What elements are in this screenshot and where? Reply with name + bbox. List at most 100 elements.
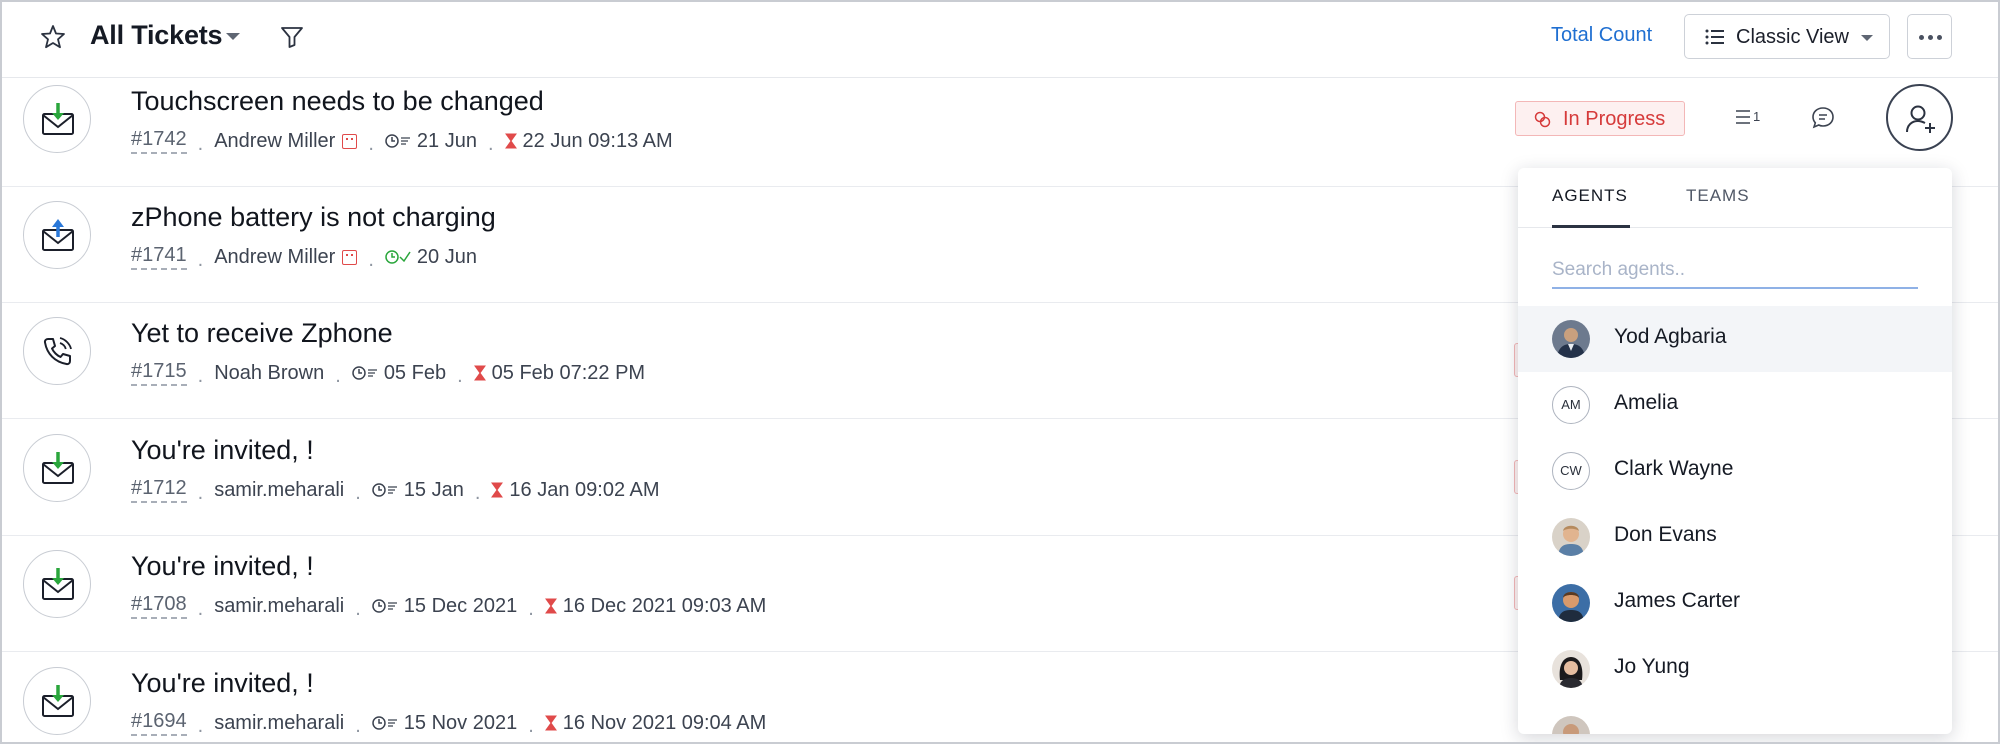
created-date: 15 Dec 2021: [403, 594, 518, 617]
ticket-meta: #1741 . Andrew Miller . 20 Jun: [131, 244, 477, 271]
separator: .: [355, 714, 361, 737]
ticket-subject[interactable]: You're invited, !: [131, 435, 314, 466]
avatar: [1552, 518, 1590, 556]
threads-icon[interactable]: 1: [1734, 106, 1760, 128]
ticket-subject[interactable]: Yet to receive Zphone: [131, 318, 393, 349]
ticket-id[interactable]: #1715: [131, 360, 187, 386]
contact-name[interactable]: samir.meharali: [214, 595, 344, 618]
due-date: 16 Jan 09:02 AM: [509, 478, 660, 501]
active-tab-indicator: [1552, 225, 1630, 228]
separator: .: [197, 481, 204, 504]
comment-icon[interactable]: [1810, 105, 1836, 131]
hourglass-icon: [491, 482, 504, 498]
avatar: [1552, 716, 1590, 734]
more-options-button[interactable]: [1907, 14, 1952, 59]
agent-name: Clark Wayne: [1614, 457, 1734, 480]
agent-search-input[interactable]: [1552, 253, 1918, 289]
more-dot: [1937, 35, 1942, 40]
agent-option[interactable]: Yod Agbaria: [1518, 306, 1952, 372]
ticket-id[interactable]: #1712: [131, 477, 187, 503]
ticket-subject[interactable]: Touchscreen needs to be changed: [131, 86, 544, 117]
contact-name[interactable]: samir.meharali: [214, 712, 344, 735]
ticket-meta: #1708 . samir.meharali . 15 Dec 2021 . 1…: [131, 593, 767, 620]
avatar: AM: [1552, 386, 1590, 424]
agent-option[interactable]: Jo Yung: [1518, 636, 1952, 702]
assign-tabs: AGENTS TEAMS: [1518, 168, 1952, 228]
separator: .: [368, 248, 374, 271]
separator: .: [197, 132, 204, 155]
contact-name[interactable]: Andrew Miller: [214, 246, 335, 269]
email-incoming-icon: [42, 685, 74, 717]
agent-option[interactable]: [1518, 702, 1952, 734]
agent-name: Yod Agbaria: [1614, 325, 1727, 348]
avatar: [1552, 584, 1590, 622]
created-date: 15 Jan: [403, 478, 464, 501]
assign-agent-button[interactable]: [1886, 84, 1953, 151]
list-icon: [1705, 29, 1724, 45]
ticket-meta: #1712 . samir.meharali . 15 Jan . 16 Jan…: [131, 477, 660, 504]
sad-face-icon: [342, 133, 358, 149]
contact-name[interactable]: Noah Brown: [214, 362, 324, 385]
ticket-meta: #1694 . samir.meharali . 15 Nov 2021 . 1…: [131, 710, 767, 737]
contact-name[interactable]: Andrew Miller: [214, 130, 335, 153]
total-count-link[interactable]: Total Count: [1551, 24, 1652, 47]
status-badge[interactable]: In Progress: [1515, 101, 1685, 136]
view-switcher-button[interactable]: Classic View: [1684, 14, 1890, 59]
clock-check-icon: [385, 250, 411, 264]
clock-icon: [385, 134, 410, 148]
separator: .: [474, 481, 481, 504]
tab-teams[interactable]: TEAMS: [1686, 186, 1750, 206]
view-switcher-label: Classic View: [1736, 26, 1849, 48]
avatar: [1552, 650, 1590, 688]
channel-avatar: [23, 550, 91, 618]
agent-name: Amelia: [1614, 391, 1679, 414]
assign-agent-dropdown: AGENTS TEAMS Yod Agbaria AM Amelia CW Cl…: [1518, 168, 1952, 734]
due-date: 22 Jun 09:13 AM: [522, 129, 673, 152]
channel-avatar: [23, 201, 91, 269]
chevron-down-icon[interactable]: [226, 33, 240, 40]
sad-face-icon: [342, 249, 358, 265]
hourglass-icon: [504, 133, 517, 149]
ticket-id[interactable]: #1694: [131, 710, 187, 736]
separator: .: [335, 364, 341, 387]
view-title[interactable]: All Tickets: [90, 20, 223, 51]
ticket-subject[interactable]: You're invited, !: [131, 551, 314, 582]
ticket-meta: #1715 . Noah Brown . 05 Feb . 05 Feb 07:…: [131, 360, 645, 387]
star-icon[interactable]: [38, 22, 68, 52]
contact-name[interactable]: samir.meharali: [214, 479, 344, 502]
more-dot: [1919, 35, 1924, 40]
ticket-id[interactable]: #1742: [131, 128, 187, 154]
agent-option[interactable]: James Carter: [1518, 570, 1952, 636]
agent-option[interactable]: AM Amelia: [1518, 372, 1952, 438]
agent-name: Don Evans: [1614, 523, 1717, 546]
due-date: 16 Dec 2021 09:03 AM: [562, 594, 767, 617]
clock-icon: [352, 366, 377, 380]
ticket-subject[interactable]: zPhone battery is not charging: [131, 202, 496, 233]
channel-avatar: [23, 667, 91, 735]
ticket-id[interactable]: #1708: [131, 593, 187, 619]
separator: .: [528, 597, 534, 620]
agent-option[interactable]: CW Clark Wayne: [1518, 438, 1952, 504]
separator: .: [457, 364, 463, 387]
channel-avatar: [23, 434, 91, 502]
email-incoming-icon: [42, 103, 74, 135]
separator: .: [528, 714, 534, 737]
chevron-down-icon: [1861, 35, 1873, 41]
email-outgoing-icon: [42, 219, 74, 251]
email-incoming-icon: [42, 452, 74, 484]
separator: .: [487, 132, 494, 155]
filter-icon[interactable]: [278, 23, 306, 51]
ticket-subject[interactable]: You're invited, !: [131, 668, 314, 699]
separator: .: [197, 714, 204, 737]
agent-name: James Carter: [1614, 589, 1741, 612]
agent-option[interactable]: Don Evans: [1518, 504, 1952, 570]
add-user-icon: [1906, 105, 1935, 133]
ticket-id[interactable]: #1741: [131, 244, 187, 270]
clock-icon: [372, 716, 397, 730]
avatar: CW: [1552, 452, 1590, 490]
tab-agents[interactable]: AGENTS: [1552, 186, 1628, 206]
agent-name: Jo Yung: [1614, 655, 1690, 678]
due-date: 16 Nov 2021 09:04 AM: [562, 711, 767, 734]
clock-icon: [372, 483, 397, 497]
status-label: In Progress: [1563, 108, 1666, 130]
